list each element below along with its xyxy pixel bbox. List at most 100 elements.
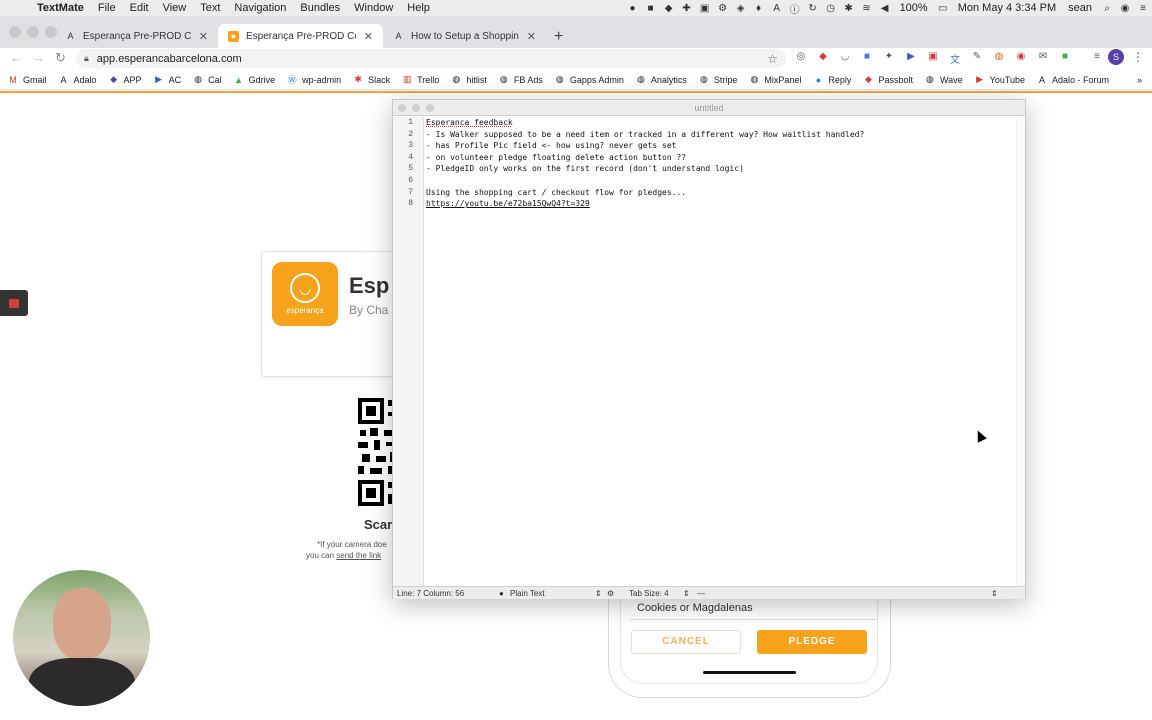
close-window-button[interactable] (398, 104, 406, 112)
wifi-icon[interactable]: ≋ (858, 3, 876, 14)
menu-edit[interactable]: Edit (123, 2, 156, 14)
menu-text[interactable]: Text (193, 2, 227, 14)
side-recording-tab[interactable] (0, 290, 28, 316)
browser-tab-2-active[interactable]: ● Esperança Pre-PROD Copy ✕ (218, 24, 383, 48)
send-link[interactable]: send the link (336, 551, 381, 560)
textmate-titlebar[interactable]: untitled (393, 100, 1025, 116)
plus-icon[interactable]: ✚ (678, 3, 696, 14)
bookmark-stripe[interactable]: ◍ Stripe (699, 74, 737, 85)
shield-icon[interactable]: ◈ (732, 3, 750, 14)
editor-line[interactable]: - Is Walker supposed to be a need item o… (426, 129, 1016, 141)
bookmark-hitlist[interactable]: ◍ hitlist (451, 74, 486, 85)
gear-icon[interactable]: ⚙ (714, 3, 732, 14)
menu-file[interactable]: File (91, 2, 123, 14)
bookmark-passbolt[interactable]: ◆ Passbolt (863, 74, 913, 85)
menu-app-name[interactable]: TextMate (30, 2, 91, 14)
bluetooth-icon[interactable]: ✱ (840, 3, 858, 14)
extension-10-icon[interactable]: ◍ (990, 51, 1008, 67)
bookmark-wave[interactable]: ◍ Wave (925, 74, 963, 85)
menu-navigation[interactable]: Navigation (227, 2, 293, 14)
new-tab-icon[interactable]: + (554, 28, 563, 46)
drop-icon[interactable]: ♦ (750, 3, 768, 14)
reload-icon[interactable]: ↻ (55, 50, 66, 66)
bookmark-analytics[interactable]: ◍ Analytics (636, 74, 687, 85)
pledge-button[interactable]: PLEDGE (757, 630, 867, 654)
extension-2-icon[interactable]: ◆ (814, 51, 832, 67)
close-window-button[interactable] (9, 26, 21, 38)
battery-percent[interactable]: 100% (894, 2, 934, 14)
bookmark-gapps-admin[interactable]: ◍ Gapps Admin (555, 74, 624, 85)
extension-13-icon[interactable]: ■ (1056, 51, 1074, 67)
minimize-window-button[interactable] (27, 26, 39, 38)
bookmark-gdrive[interactable]: ▲ Gdrive (234, 75, 275, 85)
cursor-position[interactable]: Line: 7 Column: 56 (397, 589, 464, 598)
menubar-clock[interactable]: Mon May 4 3:34 PM (952, 2, 1062, 14)
profile-avatar[interactable]: S (1108, 49, 1124, 65)
symbol-dropdown-icon[interactable]: ⇕ (991, 589, 998, 598)
editor-line[interactable]: - on volunteer pledge floating delete ac… (426, 152, 1016, 164)
editor-line[interactable]: Using the shopping cart / checkout flow … (426, 187, 1016, 199)
cancel-button[interactable]: CANCEL (631, 630, 741, 654)
dropbox-icon[interactable]: ◆ (660, 3, 678, 14)
close-tab-icon[interactable]: ✕ (527, 30, 536, 43)
bookmark-adalo-forum[interactable]: A Adalo - Forum (1037, 75, 1109, 85)
extension-4-icon[interactable]: ■ (858, 51, 876, 67)
editor-line[interactable]: - PledgeID only works on the first recor… (426, 163, 1016, 175)
editor-line-link[interactable]: https://youtu.be/e72ba15QwQ4?t=329 (426, 198, 1016, 210)
battery-icon[interactable]: ▭ (934, 3, 952, 14)
translate-icon[interactable]: 文 (946, 51, 964, 67)
menu-help[interactable]: Help (400, 2, 437, 14)
bookmark-adalo[interactable]: A Adalo (59, 75, 97, 85)
mail-icon[interactable]: ✉ (1034, 51, 1052, 67)
bookmark-ac[interactable]: ▶ AC (154, 74, 181, 85)
bookmark-fb-ads[interactable]: ◍ FB Ads (499, 74, 543, 85)
symbol-selector[interactable]: — (697, 589, 705, 598)
browser-tab-3[interactable]: A How to Setup a Shopping Cart ✕ (383, 24, 546, 48)
tab-size-selector[interactable]: Tab Size: 4 (629, 589, 669, 598)
extension-1-icon[interactable]: ◎ (792, 51, 810, 67)
minimize-window-button[interactable] (412, 104, 420, 112)
info-icon[interactable]: ⓘ (786, 1, 804, 16)
grammar-dropdown-icon[interactable]: ⇕ (595, 589, 602, 598)
bookmark-mixpanel[interactable]: ◍ MixPanel (749, 74, 801, 85)
lock-icon[interactable]: 🔒︎ (84, 53, 89, 64)
bookmark-cal[interactable]: ◍ Cal (193, 74, 221, 85)
control-center-icon[interactable]: ≡ (1134, 3, 1152, 14)
sync-icon[interactable]: ↻ (804, 3, 822, 14)
camera-icon[interactable]: ■ (642, 3, 660, 14)
menu-window[interactable]: Window (347, 2, 400, 14)
bookmark-slack[interactable]: ✱ Slack (353, 74, 390, 85)
pocket-icon[interactable]: ◡ (836, 51, 854, 67)
menu-bundles[interactable]: Bundles (293, 2, 347, 14)
grammar-selector[interactable]: Plain Text (510, 589, 545, 598)
editor-line[interactable]: - has Profile Pic field <- how using? ne… (426, 140, 1016, 152)
settings-gear-icon[interactable]: ⚙ (607, 589, 614, 598)
volume-icon[interactable]: ◀ (876, 3, 894, 14)
zoom-window-button[interactable] (426, 104, 434, 112)
editor-scrollbar[interactable] (1016, 117, 1025, 586)
extension-5-icon[interactable]: ✦ (880, 51, 898, 67)
back-arrow-icon[interactable]: ← (10, 50, 23, 65)
clock-icon[interactable]: ◷ (822, 3, 840, 14)
search-icon[interactable]: ⌕ (1098, 3, 1116, 14)
menu-view[interactable]: View (156, 2, 194, 14)
more-bookmarks-icon[interactable]: » (1137, 75, 1142, 85)
chrome-menu-icon[interactable]: ⋮ (1132, 50, 1144, 64)
editor-text-area[interactable]: Esperanca feedback - Is Walker supposed … (426, 117, 1016, 210)
extensions-menu-icon[interactable]: ≡ (1088, 51, 1106, 67)
font-icon[interactable]: A (768, 3, 786, 14)
close-tab-icon[interactable]: ✕ (199, 30, 208, 43)
extension-6-icon[interactable]: ▶ (902, 51, 920, 67)
eyedropper-icon[interactable]: ✎ (968, 51, 986, 67)
bookmark-youtube[interactable]: ▶ YouTube (975, 74, 1025, 85)
app-icon[interactable]: ▣ (696, 3, 714, 14)
bookmark-gmail[interactable]: M Gmail (8, 75, 46, 85)
menubar-user[interactable]: sean (1062, 2, 1098, 14)
address-bar[interactable]: 🔒︎ app.esperancabarcelona.com ☆ (76, 49, 786, 68)
pledge-item-field[interactable]: Cookies or Magdalenas (630, 598, 876, 620)
url-text[interactable]: app.esperancabarcelona.com (97, 53, 242, 65)
close-tab-icon[interactable]: ✕ (364, 30, 373, 43)
bookmark-reply[interactable]: ● Reply (813, 75, 852, 85)
zoom-icon[interactable]: ● (624, 3, 642, 14)
extension-7-icon[interactable]: ▣ (924, 51, 942, 67)
